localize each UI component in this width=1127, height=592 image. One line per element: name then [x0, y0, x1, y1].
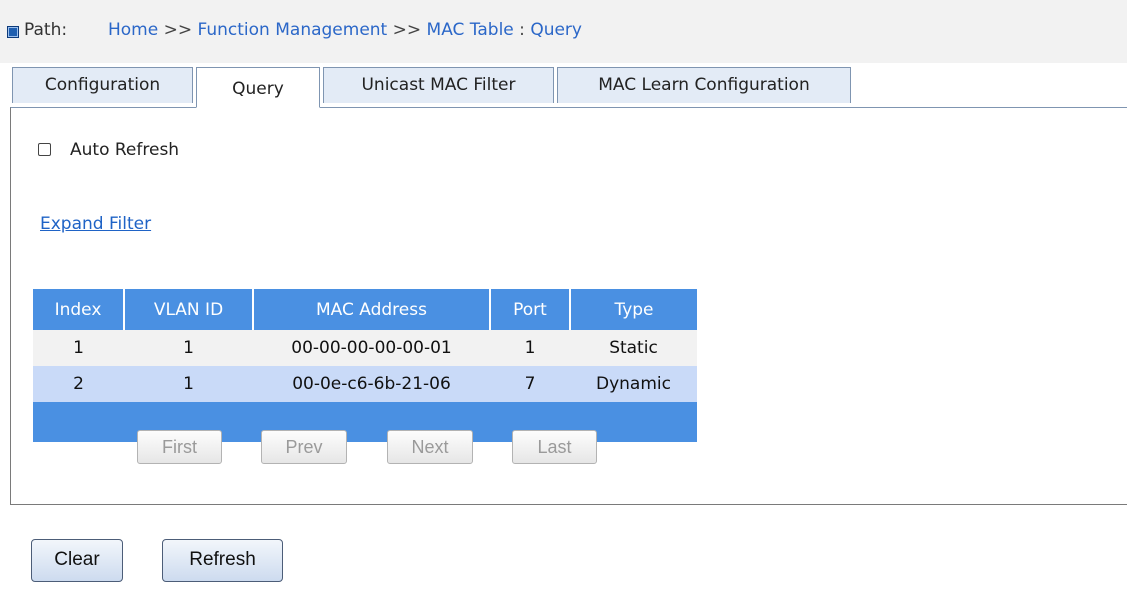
cell-vlan-id: 1 — [124, 366, 253, 402]
expand-filter-link[interactable]: Expand Filter — [40, 214, 151, 234]
cell-vlan-id: 1 — [124, 330, 253, 366]
path-label: Path: — [24, 20, 68, 40]
header-vlan-id: VLAN ID — [124, 289, 254, 330]
breadcrumb-mac-table[interactable]: MAC Table — [427, 20, 514, 40]
cell-index: 2 — [33, 366, 124, 402]
cell-port: 7 — [490, 366, 570, 402]
table-row: 1 1 00-00-00-00-00-01 1 Static — [33, 330, 697, 366]
header-mac-address: MAC Address — [253, 289, 491, 330]
pager-row — [33, 402, 697, 442]
breadcrumb-query[interactable]: Query — [530, 20, 582, 40]
auto-refresh-label: Auto Refresh — [70, 140, 180, 160]
next-page-button[interactable]: Next — [387, 430, 473, 464]
path-square-icon — [7, 26, 19, 38]
cell-mac-address: 00-0e-c6-6b-21-06 — [253, 366, 490, 402]
tab-configuration[interactable]: Configuration — [12, 67, 193, 103]
header-index: Index — [33, 289, 125, 330]
tab-query[interactable]: Query — [196, 67, 320, 108]
mac-table: Index VLAN ID MAC Address Port Type 1 1 … — [33, 289, 697, 442]
breadcrumb: Home >> Function Management >> MAC Table… — [108, 20, 582, 40]
last-page-button[interactable]: Last — [512, 430, 597, 464]
tab-mac-learn-configuration[interactable]: MAC Learn Configuration — [557, 67, 851, 103]
header-type: Type — [570, 289, 697, 330]
cell-index: 1 — [33, 330, 124, 366]
breadcrumb-separator: >> — [392, 20, 422, 40]
breadcrumb-separator: >> — [163, 20, 193, 40]
breadcrumb-function-management[interactable]: Function Management — [198, 20, 388, 40]
path-bar: Path: Home >> Function Management >> MAC… — [0, 0, 1127, 63]
clear-button[interactable]: Clear — [31, 539, 123, 582]
tab-unicast-mac-filter[interactable]: Unicast MAC Filter — [323, 67, 554, 103]
table-row: 2 1 00-0e-c6-6b-21-06 7 Dynamic — [33, 366, 697, 402]
breadcrumb-colon: : — [519, 20, 525, 40]
header-port: Port — [490, 289, 571, 330]
cell-mac-address: 00-00-00-00-00-01 — [253, 330, 490, 366]
first-page-button[interactable]: First — [137, 430, 222, 464]
cell-port: 1 — [490, 330, 570, 366]
pager-cell — [33, 402, 697, 442]
cell-type: Dynamic — [570, 366, 697, 402]
auto-refresh-checkbox[interactable] — [38, 143, 51, 156]
breadcrumb-home[interactable]: Home — [108, 20, 158, 40]
table-header-row: Index VLAN ID MAC Address Port Type — [33, 289, 697, 330]
refresh-button[interactable]: Refresh — [162, 539, 283, 582]
cell-type: Static — [570, 330, 697, 366]
prev-page-button[interactable]: Prev — [261, 430, 347, 464]
